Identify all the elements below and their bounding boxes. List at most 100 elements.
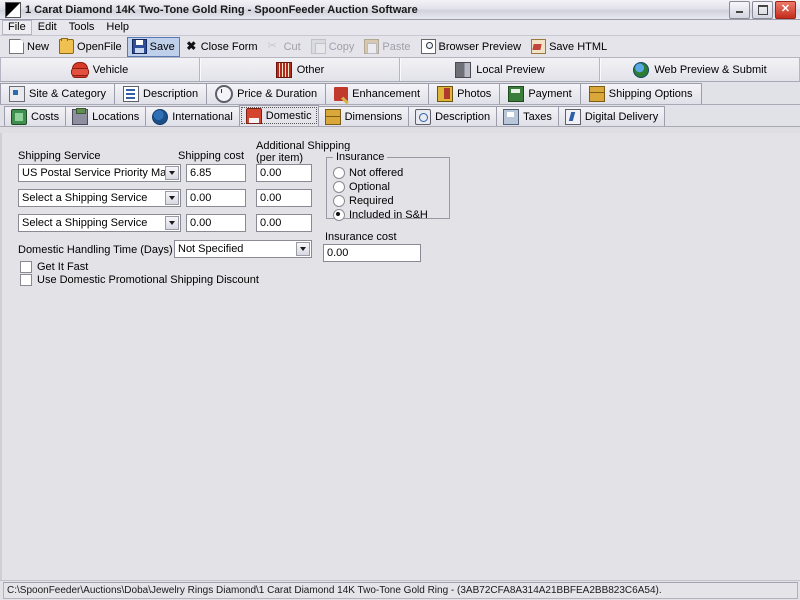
shipping-service-header: Shipping Service xyxy=(18,150,101,162)
digital-icon xyxy=(564,108,581,125)
photos-icon xyxy=(437,86,454,102)
globe-blue-icon xyxy=(152,108,169,125)
shipping-service-combo-3-value: Select a Shipping Service xyxy=(22,217,148,229)
payment-icon xyxy=(508,86,525,102)
tab-site-category[interactable]: Site & Category xyxy=(0,83,116,104)
save-html-button[interactable]: Save HTML xyxy=(526,38,612,56)
tab-international[interactable]: International xyxy=(145,106,240,126)
tab-description[interactable]: Description xyxy=(114,83,208,104)
radio-button-selected xyxy=(333,209,345,221)
tab-other[interactable]: Other xyxy=(200,58,400,81)
menu-item-tools[interactable]: Tools xyxy=(63,20,101,35)
locations-icon xyxy=(72,107,89,125)
tab-description-label: Description xyxy=(143,88,199,100)
tab-photos-label: Photos xyxy=(457,88,492,100)
shipping-cost-input-1[interactable]: 6.85 xyxy=(186,164,246,182)
insurance-option-not-offered[interactable]: Not offered xyxy=(333,167,403,179)
insurance-option-included-in-sh[interactable]: Included in S&H xyxy=(333,209,428,221)
close-x-icon: ✖ xyxy=(186,39,197,53)
tab-photos[interactable]: Photos xyxy=(428,83,501,104)
promotional-discount-checkbox[interactable]: Use Domestic Promotional Shipping Discou… xyxy=(20,274,259,286)
insurance-cost-input[interactable]: 0.00 xyxy=(323,244,421,262)
menu-item-file[interactable]: File xyxy=(2,20,32,35)
tab-shipping-options[interactable]: Shipping Options xyxy=(579,83,702,104)
open-file-button[interactable]: OpenFile xyxy=(54,38,127,56)
package-icon xyxy=(588,86,605,102)
tab-web-preview-submit-label: Web Preview & Submit xyxy=(654,63,767,76)
tab-locations[interactable]: Locations xyxy=(65,106,147,126)
close-button[interactable]: ✕ xyxy=(775,0,796,19)
get-it-fast-checkbox[interactable]: Get It Fast xyxy=(20,261,88,273)
chevron-down-icon[interactable] xyxy=(165,166,179,180)
insurance-option-optional[interactable]: Optional xyxy=(333,181,390,193)
tab-price-duration[interactable]: Price & Duration xyxy=(206,83,327,104)
new-button[interactable]: New xyxy=(4,38,54,56)
shipping-cost-input-2-value: 0.00 xyxy=(190,192,212,204)
maximize-button[interactable] xyxy=(752,0,773,19)
insurance-option-not-offered-label: Not offered xyxy=(349,167,404,179)
close-icon: ✕ xyxy=(780,3,791,15)
open-file-button-label: OpenFile xyxy=(77,40,122,53)
shipping-cost-input-3[interactable]: 0.00 xyxy=(186,214,246,232)
tab-dimensions[interactable]: Dimensions xyxy=(317,106,410,126)
chevron-down-icon[interactable] xyxy=(165,191,179,205)
new-button-label: New xyxy=(27,40,50,53)
chevron-down-icon[interactable] xyxy=(165,216,179,230)
menu-bar: File Edit Tools Help xyxy=(0,20,800,36)
house-icon xyxy=(245,108,262,124)
save-button[interactable]: Save xyxy=(126,36,180,57)
paste-button-label: Paste xyxy=(382,40,411,53)
handling-time-combo[interactable]: Not Specified xyxy=(174,240,312,258)
box-icon xyxy=(324,108,341,125)
additional-shipping-input-3[interactable]: 0.00 xyxy=(256,214,312,232)
copy-button: Copy xyxy=(306,38,360,56)
shipping-cost-input-1-value: 6.85 xyxy=(190,167,212,179)
shipping-service-combo-1-value: US Postal Service Priority Mail xyxy=(22,167,172,179)
save-button-label: Save xyxy=(149,40,175,53)
menu-item-edit[interactable]: Edit xyxy=(32,20,63,35)
tab-payment[interactable]: Payment xyxy=(499,83,581,104)
menu-item-help[interactable]: Help xyxy=(100,20,135,35)
radio-button xyxy=(333,195,345,207)
status-bar: C:\SpoonFeeder\Auctions\Doba\Jewelry Rin… xyxy=(0,580,800,600)
sitemap-icon xyxy=(9,86,25,102)
tab-web-preview-submit[interactable]: Web Preview & Submit xyxy=(600,58,800,81)
chevron-down-icon[interactable] xyxy=(296,242,310,256)
tab-enhancement[interactable]: Enhancement xyxy=(325,83,430,104)
shipping-service-combo-2[interactable]: Select a Shipping Service xyxy=(18,189,181,207)
additional-shipping-input-1[interactable]: 0.00 xyxy=(256,164,312,182)
radio-button xyxy=(333,181,345,193)
minimize-button[interactable] xyxy=(729,0,750,19)
shipping-service-combo-1[interactable]: US Postal Service Priority Mail xyxy=(18,164,181,182)
additional-shipping-input-1-value: 0.00 xyxy=(260,167,282,179)
tab-domestic[interactable]: Domestic xyxy=(238,105,319,126)
save-html-button-label: Save HTML xyxy=(549,40,608,53)
additional-shipping-input-2-value: 0.00 xyxy=(260,192,282,204)
close-form-button[interactable]: ✖ Close Form xyxy=(180,38,263,56)
globe-icon xyxy=(633,61,650,78)
tab-price-duration-label: Price & Duration xyxy=(237,88,318,100)
additional-shipping-input-3-value: 0.00 xyxy=(260,217,282,229)
tab-digital-delivery[interactable]: Digital Delivery xyxy=(557,106,666,126)
description-icon xyxy=(123,86,140,102)
shipping-cost-input-3-value: 0.00 xyxy=(190,217,212,229)
shipping-cost-input-2[interactable]: 0.00 xyxy=(186,189,246,207)
document-preview-icon xyxy=(455,61,472,78)
title-bar: 1 Carat Diamond 14K Two-Tone Gold Ring -… xyxy=(0,0,800,20)
browser-preview-button[interactable]: Browser Preview xyxy=(416,38,527,56)
money-icon xyxy=(11,108,27,125)
tab-local-preview[interactable]: Local Preview xyxy=(400,58,600,81)
tab-taxes[interactable]: Taxes xyxy=(496,106,559,126)
tab-enhancement-label: Enhancement xyxy=(352,88,421,100)
shipping-service-combo-3[interactable]: Select a Shipping Service xyxy=(18,214,181,232)
insurance-cost-input-value: 0.00 xyxy=(327,247,349,259)
tab-international-label: International xyxy=(172,110,233,123)
additional-shipping-input-2[interactable]: 0.00 xyxy=(256,189,312,207)
insurance-option-required[interactable]: Required xyxy=(333,195,394,207)
tab-costs[interactable]: Costs xyxy=(4,106,67,126)
additional-shipping-subheader: (per item) xyxy=(256,152,304,164)
vehicle-icon xyxy=(70,61,89,78)
tab-other-label: Other xyxy=(296,63,325,76)
tab-shipping-description[interactable]: Description xyxy=(408,106,498,126)
tab-vehicle[interactable]: Vehicle xyxy=(0,58,200,81)
